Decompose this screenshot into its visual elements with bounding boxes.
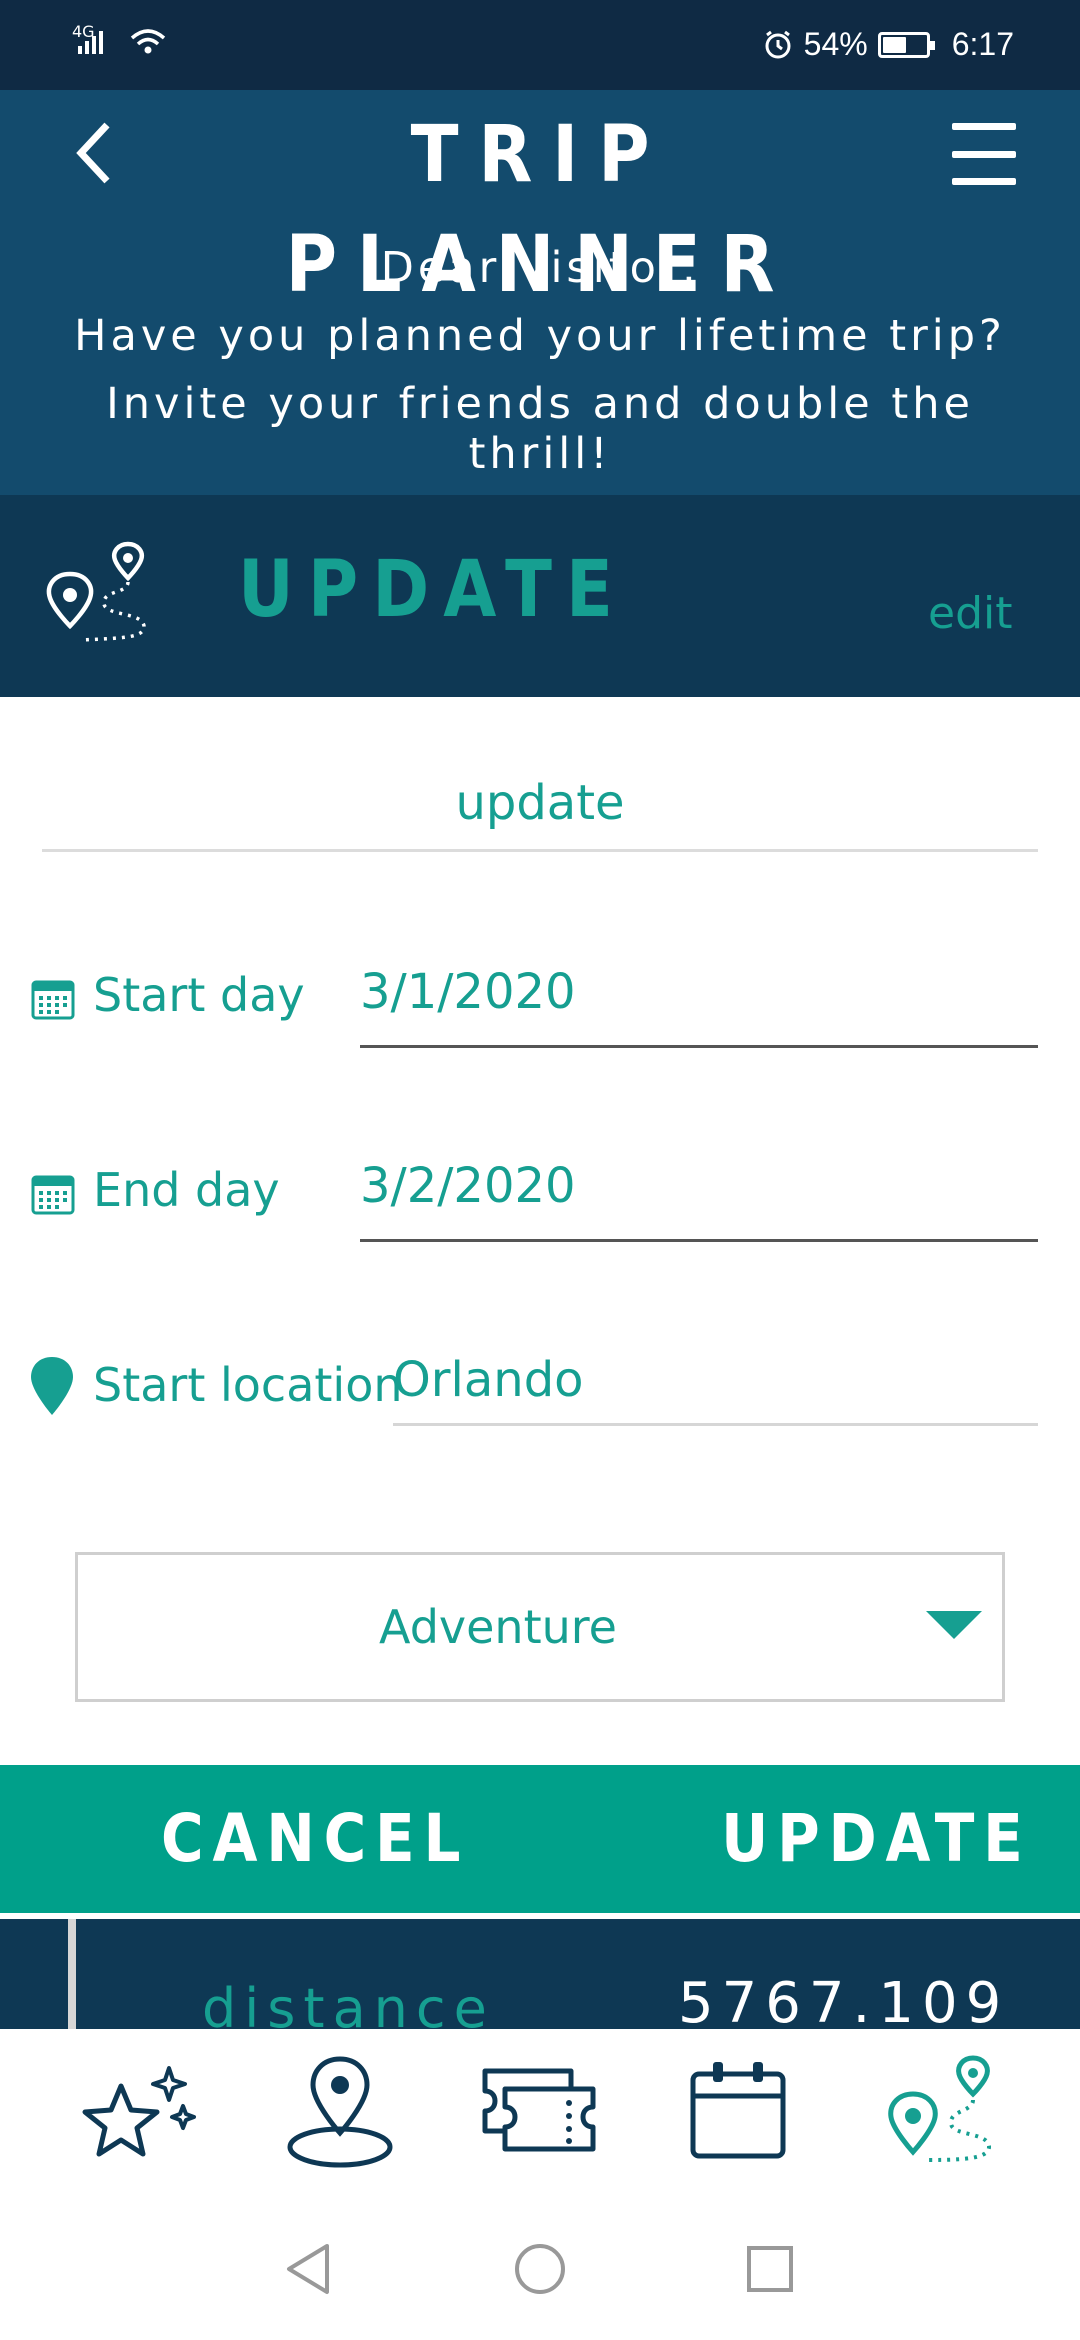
category-dropdown[interactable]: Adventure [75, 1552, 1005, 1702]
calendar-icon [31, 980, 75, 1020]
hamburger-menu-icon[interactable] [952, 118, 1024, 190]
start-location-input[interactable]: Orlando [393, 1346, 1038, 1426]
end-day-input[interactable]: 3/2/2020 [360, 1152, 1038, 1242]
alarm-icon [765, 30, 791, 58]
sparkle-star-icon [82, 2066, 196, 2157]
location-pin-icon [31, 1357, 73, 1415]
greeting-line-1: Dear Visitor, [380, 243, 700, 293]
update-button[interactable]: UPDATE [721, 1765, 1031, 1913]
action-bar: CANCEL UPDATE [0, 1765, 1080, 1913]
category-value: Adventure [379, 1600, 617, 1654]
calendar-icon [690, 2062, 786, 2159]
bottom-nav [0, 2029, 1080, 2199]
battery-icon [877, 31, 935, 58]
end-day-label: End day [93, 1163, 280, 1217]
greeting-line-3: Invite your friends and double the thril… [106, 379, 974, 479]
result-panel: distance 5767.109 [0, 1919, 1080, 2029]
map-pin-icon [287, 2056, 393, 2168]
nav-tickets[interactable] [470, 2051, 610, 2171]
system-back-button[interactable] [278, 2239, 338, 2299]
trip-name-input[interactable]: update [42, 760, 1038, 852]
nav-places[interactable] [270, 2051, 410, 2171]
status-bar: 4G 54% 6:17 [0, 0, 1080, 90]
start-day-input[interactable]: 3/1/2020 [360, 958, 1038, 1048]
circle-home-icon [515, 2244, 565, 2294]
app-title: TRIP PLANNER [285, 110, 795, 310]
triangle-back-icon [287, 2244, 329, 2294]
nav-highlights[interactable] [68, 2051, 208, 2171]
route-icon [888, 2054, 991, 2162]
nav-route-active[interactable] [868, 2051, 1008, 2171]
chevron-down-icon [926, 1611, 982, 1639]
nav-calendar[interactable] [668, 2051, 808, 2171]
back-button[interactable] [58, 108, 128, 198]
tickets-icon [482, 2068, 596, 2152]
status-right: 54% 6:17 [762, 26, 1014, 63]
system-home-button[interactable] [510, 2239, 570, 2299]
start-day-label: Start day [93, 968, 305, 1022]
system-nav-bar [0, 2199, 1080, 2340]
greeting-line-2: Have you planned your lifetime trip? [74, 311, 1006, 361]
start-location-label: Start location [93, 1358, 403, 1412]
system-recents-button[interactable] [740, 2239, 800, 2299]
section-title: UPDATE [238, 545, 628, 635]
network-label: 4G [72, 22, 95, 41]
distance-value: 5767.109 [678, 1971, 1010, 2029]
timeline-line [68, 1919, 76, 2029]
edit-link[interactable]: edit [928, 588, 1012, 639]
battery-fill [882, 36, 906, 53]
calendar-icon [31, 1175, 75, 1215]
status-left: 4G [70, 22, 168, 56]
distance-label: distance [202, 1977, 495, 2029]
route-icon [46, 541, 146, 642]
chevron-left-icon [76, 122, 110, 184]
wifi-icon [130, 29, 166, 54]
clock: 6:17 [951, 26, 1014, 62]
battery-percent: 54% [803, 26, 868, 62]
square-recents-icon [747, 2246, 793, 2292]
cancel-button[interactable]: CANCEL [161, 1765, 469, 1913]
